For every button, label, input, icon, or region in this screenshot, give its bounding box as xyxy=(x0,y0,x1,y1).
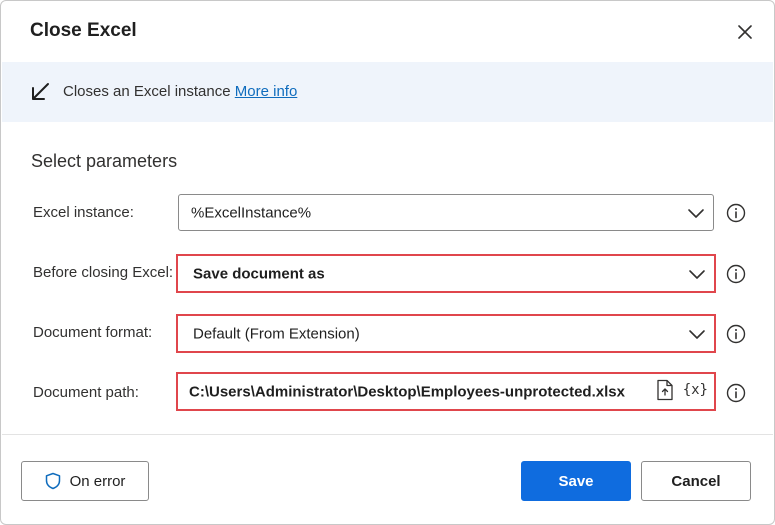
before-closing-dropdown[interactable]: Save document as xyxy=(176,254,716,293)
description-banner: Closes an Excel instance More info xyxy=(2,62,773,122)
on-error-label: On error xyxy=(69,472,126,490)
info-icon[interactable] xyxy=(726,203,746,223)
save-button[interactable]: Save xyxy=(521,461,631,501)
document-path-value: C:\Users\Administrator\Desktop\Employees… xyxy=(189,383,625,400)
action-description: Closes an Excel instance More info xyxy=(63,83,297,100)
info-icon[interactable] xyxy=(726,324,746,344)
on-error-button[interactable]: On error xyxy=(21,461,149,501)
info-icon[interactable] xyxy=(726,383,746,403)
info-icon[interactable] xyxy=(726,264,746,284)
close-icon xyxy=(738,25,752,39)
document-format-dropdown[interactable]: Default (From Extension) xyxy=(176,314,716,353)
dialog-title: Close Excel xyxy=(30,20,137,41)
shield-icon xyxy=(45,472,60,490)
path-field-icons: {x} xyxy=(655,379,708,401)
document-format-label: Document format: xyxy=(33,324,153,341)
footer-divider xyxy=(2,434,773,435)
excel-instance-label: Excel instance: xyxy=(33,204,134,221)
variable-icon[interactable]: {x} xyxy=(683,382,708,398)
close-excel-dialog: Close Excel Closes an Excel instance Mor… xyxy=(0,0,775,525)
cancel-button[interactable]: Cancel xyxy=(641,461,751,501)
chevron-down-icon xyxy=(688,208,704,218)
document-path-label: Document path: xyxy=(33,384,139,401)
before-closing-value: Save document as xyxy=(193,265,325,282)
more-info-link[interactable]: More info xyxy=(235,83,298,100)
section-title: Select parameters xyxy=(31,151,178,171)
close-button[interactable] xyxy=(734,21,756,43)
excel-instance-dropdown[interactable]: %ExcelInstance% xyxy=(178,194,714,231)
before-closing-label: Before closing Excel: xyxy=(33,264,174,281)
arrow-down-left-icon xyxy=(32,83,49,100)
chevron-down-icon xyxy=(689,269,705,279)
excel-instance-value: %ExcelInstance% xyxy=(191,204,312,221)
description-text: Closes an Excel instance xyxy=(63,83,231,100)
chevron-down-icon xyxy=(689,329,705,339)
document-path-input[interactable]: C:\Users\Administrator\Desktop\Employees… xyxy=(176,372,716,411)
file-icon[interactable] xyxy=(655,379,675,401)
document-format-value: Default (From Extension) xyxy=(193,325,360,342)
